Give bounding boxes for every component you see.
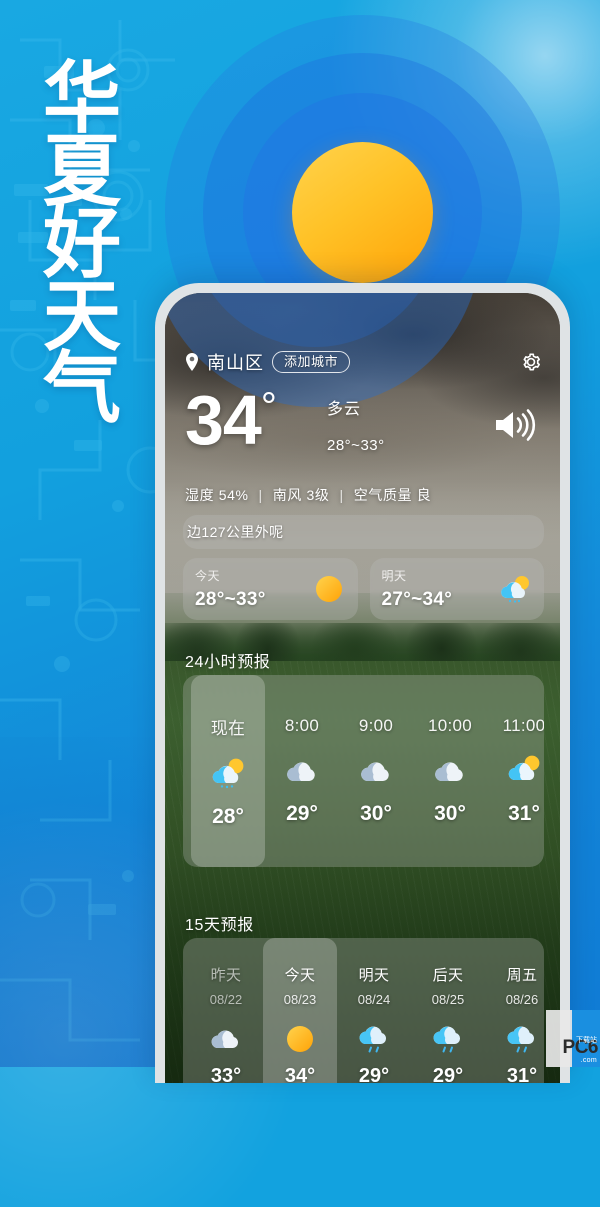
daily-item-friday[interactable]: 周五 08/26 31° bbox=[485, 938, 544, 1083]
headline-char-1: 华 bbox=[42, 54, 121, 142]
promo-headline: 华 夏 好 天 气 bbox=[18, 54, 146, 433]
hourly-item-9[interactable]: 9:00 30° bbox=[339, 675, 413, 867]
partly-cloudy-icon bbox=[508, 755, 540, 781]
info-banner-text: 边127公里外呢 bbox=[187, 524, 284, 540]
daily-date: 08/26 bbox=[505, 992, 539, 1007]
wind-value: 南风 3级 bbox=[272, 487, 330, 503]
hourly-temp: 29° bbox=[286, 802, 318, 825]
cloudy-icon bbox=[211, 1030, 239, 1049]
daily-temp: 31° bbox=[506, 1065, 538, 1083]
daily-label: 昨天 bbox=[210, 967, 242, 984]
info-banner[interactable]: 边127公里外呢 bbox=[183, 515, 544, 549]
headline-char-5: 气 bbox=[42, 344, 121, 433]
daily-label: 明天 bbox=[358, 967, 390, 984]
air-quality-value: 空气质量 良 bbox=[353, 487, 432, 503]
today-tomorrow-cards: 今天 28°~33° 明天 27°~34° bbox=[183, 558, 544, 620]
rain-icon bbox=[433, 1026, 461, 1053]
headline-char-3: 好 bbox=[42, 199, 121, 288]
weather-app-ui: 南山区 添加城市 34° 多云 28°~33° 湿度 54% | 南风 3级 |… bbox=[165, 293, 560, 1083]
hourly-temp: 30° bbox=[360, 802, 392, 825]
daily-date: 08/23 bbox=[283, 992, 317, 1007]
cloudy-icon bbox=[361, 762, 389, 782]
hourly-time: 8:00 bbox=[284, 716, 320, 735]
phone-screen: 南山区 添加城市 34° 多云 28°~33° 湿度 54% | 南风 3级 |… bbox=[165, 293, 560, 1083]
current-city-label: 南山区 bbox=[207, 353, 264, 373]
cloudy-icon bbox=[435, 762, 463, 782]
hourly-scroll-row[interactable]: 现在 28° 8:00 29° 9:00 30° 10:00 30° 11:00… bbox=[183, 675, 544, 867]
daily-temp: 34° bbox=[284, 1065, 316, 1083]
hourly-time: 9:00 bbox=[358, 716, 394, 735]
tomorrow-card[interactable]: 明天 27°~34° bbox=[369, 558, 544, 620]
stats-separator-2: | bbox=[339, 487, 344, 503]
headline-char-4: 天 bbox=[42, 271, 121, 360]
hourly-section-title: 24小时预报 bbox=[185, 654, 271, 671]
daily-forecast-card[interactable]: 昨天 08/22 33° 今天 08/23 34° 明天 08/24 29° 后… bbox=[183, 938, 544, 1083]
daily-temp: 29° bbox=[432, 1065, 464, 1083]
hourly-time: 10:00 bbox=[427, 716, 473, 735]
hourly-item-8[interactable]: 8:00 29° bbox=[265, 675, 339, 867]
daily-label: 周五 bbox=[506, 967, 538, 984]
daily-section-title: 15天预报 bbox=[185, 917, 254, 934]
partly-cloudy-icon bbox=[212, 758, 244, 788]
location-pin-icon bbox=[186, 353, 198, 371]
hourly-temp: 31° bbox=[508, 802, 540, 825]
daily-item-day-after[interactable]: 后天 08/25 29° bbox=[411, 938, 485, 1083]
speaker-volume-icon[interactable] bbox=[492, 405, 536, 445]
hourly-temp: 28° bbox=[212, 804, 244, 828]
daily-temp: 33° bbox=[210, 1065, 242, 1083]
watermark: PC6 下载站 .com bbox=[546, 1010, 600, 1067]
daily-item-yesterday[interactable]: 昨天 08/22 33° bbox=[189, 938, 263, 1083]
daily-temp: 29° bbox=[358, 1065, 390, 1083]
hourly-item-11[interactable]: 11:00 31° bbox=[487, 675, 544, 867]
watermark-domain: .com bbox=[580, 1057, 597, 1064]
sun-icon bbox=[287, 1026, 313, 1052]
sun-icon bbox=[315, 576, 342, 602]
current-temperature-value: 34 bbox=[185, 381, 262, 459]
add-city-button[interactable]: 添加城市 bbox=[272, 351, 351, 373]
daily-scroll-row[interactable]: 昨天 08/22 33° 今天 08/23 34° 明天 08/24 29° 后… bbox=[183, 938, 544, 1083]
humidity-value: 湿度 54% bbox=[185, 487, 249, 503]
daily-label: 今天 bbox=[284, 967, 316, 984]
hourly-item-10[interactable]: 10:00 30° bbox=[413, 675, 487, 867]
daily-date: 08/22 bbox=[209, 992, 243, 1007]
phone-mockup-frame: 南山区 添加城市 34° 多云 28°~33° 湿度 54% | 南风 3级 |… bbox=[155, 283, 570, 1083]
current-temperature: 34° bbox=[185, 385, 277, 455]
rain-icon bbox=[507, 1026, 535, 1053]
current-range-label: 28°~33° bbox=[327, 437, 385, 454]
sun-icon bbox=[292, 142, 433, 283]
daily-label: 后天 bbox=[432, 967, 464, 984]
weather-stats-row: 湿度 54% | 南风 3级 | 空气质量 良 bbox=[185, 485, 542, 505]
daily-item-today[interactable]: 今天 08/23 34° bbox=[263, 938, 337, 1083]
cloudy-icon bbox=[287, 762, 315, 782]
daily-date: 08/25 bbox=[431, 992, 465, 1007]
stats-separator-1: | bbox=[258, 487, 263, 503]
hourly-time: 现在 bbox=[210, 718, 246, 738]
partly-cloudy-icon bbox=[501, 576, 529, 603]
gear-icon[interactable] bbox=[520, 351, 542, 373]
current-condition-label: 多云 bbox=[327, 401, 362, 418]
hourly-forecast-card[interactable]: 现在 28° 8:00 29° 9:00 30° 10:00 30° 11:00… bbox=[183, 675, 544, 867]
today-card[interactable]: 今天 28°~33° bbox=[183, 558, 358, 620]
app-top-bar: 南山区 添加城市 bbox=[185, 349, 542, 375]
daily-date: 08/24 bbox=[357, 992, 391, 1007]
rain-icon bbox=[359, 1026, 387, 1053]
watermark-subtitle: 下载站 bbox=[576, 1037, 597, 1044]
headline-char-2: 夏 bbox=[42, 126, 121, 215]
hourly-temp: 30° bbox=[434, 802, 466, 825]
daily-item-tomorrow[interactable]: 明天 08/24 29° bbox=[337, 938, 411, 1083]
degree-symbol: ° bbox=[260, 385, 277, 429]
hourly-time: 11:00 bbox=[502, 716, 544, 735]
hourly-item-now[interactable]: 现在 28° bbox=[191, 675, 265, 867]
current-weather-hero: 34° 多云 28°~33° bbox=[185, 385, 542, 493]
